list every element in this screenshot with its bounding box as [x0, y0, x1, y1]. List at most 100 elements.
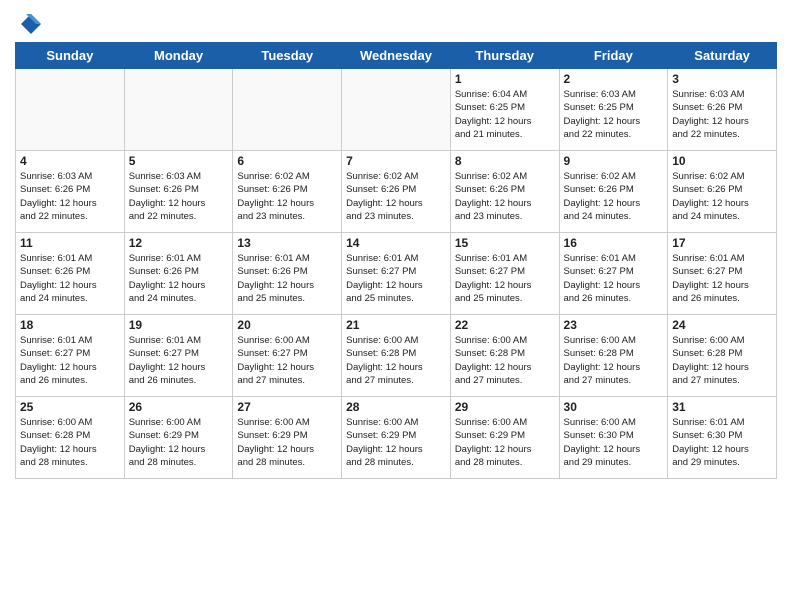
day-info: Sunrise: 6:01 AM Sunset: 6:30 PM Dayligh…	[672, 416, 772, 469]
day-info: Sunrise: 6:02 AM Sunset: 6:26 PM Dayligh…	[346, 170, 446, 223]
day-number: 5	[129, 154, 229, 168]
calendar-header-sunday: Sunday	[16, 43, 125, 69]
logo-icon	[15, 10, 43, 38]
day-number: 12	[129, 236, 229, 250]
day-info: Sunrise: 6:01 AM Sunset: 6:26 PM Dayligh…	[20, 252, 120, 305]
calendar-cell: 9Sunrise: 6:02 AM Sunset: 6:26 PM Daylig…	[559, 151, 668, 233]
day-number: 20	[237, 318, 337, 332]
calendar-cell: 7 Sunrise: 6:02 AM Sunset: 6:26 PM Daylig…	[342, 151, 451, 233]
calendar-header-tuesday: Tuesday	[233, 43, 342, 69]
calendar-week-1: 1 Sunrise: 6:04 AM Sunset: 6:25 PM Daylig…	[16, 69, 777, 151]
day-info: Sunrise: 6:01 AM Sunset: 6:27 PM Dayligh…	[346, 252, 446, 305]
day-info: Sunrise: 6:00 AM Sunset: 6:28 PM Dayligh…	[346, 334, 446, 387]
day-number: 16	[564, 236, 664, 250]
calendar-cell: 30 Sunrise: 6:00 AM Sunset: 6:30 PM Dayli…	[559, 397, 668, 479]
calendar-cell: 21 Sunrise: 6:00 AM Sunset: 6:28 PM Dayli…	[342, 315, 451, 397]
day-info: Sunrise: 6:00 AM Sunset: 6:28 PM Dayligh…	[672, 334, 772, 387]
day-info: Sunrise: 6:01 AM Sunset: 6:27 PM Dayligh…	[129, 334, 229, 387]
calendar-header-wednesday: Wednesday	[342, 43, 451, 69]
calendar-cell	[16, 69, 125, 151]
day-number: 27	[237, 400, 337, 414]
calendar-cell	[342, 69, 451, 151]
day-number: 4	[20, 154, 120, 168]
day-number: 29	[455, 400, 555, 414]
calendar-cell: 6Sunrise: 6:02 AM Sunset: 6:26 PM Daylig…	[233, 151, 342, 233]
day-number: 13	[237, 236, 337, 250]
day-info: Sunrise: 6:03 AM Sunset: 6:26 PM Dayligh…	[20, 170, 120, 223]
calendar-cell: 2 Sunrise: 6:03 AM Sunset: 6:25 PM Daylig…	[559, 69, 668, 151]
calendar-cell: 15 Sunrise: 6:01 AM Sunset: 6:27 PM Dayli…	[450, 233, 559, 315]
day-info: Sunrise: 6:00 AM Sunset: 6:29 PM Dayligh…	[129, 416, 229, 469]
day-number: 24	[672, 318, 772, 332]
calendar-cell: 10Sunrise: 6:02 AM Sunset: 6:26 PM Dayli…	[668, 151, 777, 233]
day-number: 17	[672, 236, 772, 250]
calendar-table: SundayMondayTuesdayWednesdayThursdayFrid…	[15, 42, 777, 479]
day-info: Sunrise: 6:00 AM Sunset: 6:29 PM Dayligh…	[455, 416, 555, 469]
calendar-week-5: 25 Sunrise: 6:00 AM Sunset: 6:28 PM Dayli…	[16, 397, 777, 479]
calendar-cell	[124, 69, 233, 151]
day-info: Sunrise: 6:02 AM Sunset: 6:26 PM Dayligh…	[672, 170, 772, 223]
calendar-cell: 17 Sunrise: 6:01 AM Sunset: 6:27 PM Dayli…	[668, 233, 777, 315]
calendar-week-2: 4 Sunrise: 6:03 AM Sunset: 6:26 PM Daylig…	[16, 151, 777, 233]
day-info: Sunrise: 6:02 AM Sunset: 6:26 PM Dayligh…	[237, 170, 337, 223]
calendar-cell: 22 Sunrise: 6:00 AM Sunset: 6:28 PM Dayli…	[450, 315, 559, 397]
day-number: 18	[20, 318, 120, 332]
day-info: Sunrise: 6:01 AM Sunset: 6:26 PM Dayligh…	[129, 252, 229, 305]
calendar-cell: 24 Sunrise: 6:00 AM Sunset: 6:28 PM Dayli…	[668, 315, 777, 397]
calendar-cell: 11 Sunrise: 6:01 AM Sunset: 6:26 PM Dayli…	[16, 233, 125, 315]
day-number: 21	[346, 318, 446, 332]
day-number: 26	[129, 400, 229, 414]
header	[15, 10, 777, 38]
day-number: 8	[455, 154, 555, 168]
calendar-cell: 13Sunrise: 6:01 AM Sunset: 6:26 PM Dayli…	[233, 233, 342, 315]
day-info: Sunrise: 6:02 AM Sunset: 6:26 PM Dayligh…	[564, 170, 664, 223]
calendar-cell: 19Sunrise: 6:01 AM Sunset: 6:27 PM Dayli…	[124, 315, 233, 397]
day-info: Sunrise: 6:01 AM Sunset: 6:27 PM Dayligh…	[455, 252, 555, 305]
calendar-cell	[233, 69, 342, 151]
calendar-cell: 23 Sunrise: 6:00 AM Sunset: 6:28 PM Dayli…	[559, 315, 668, 397]
day-number: 1	[455, 72, 555, 86]
day-number: 7	[346, 154, 446, 168]
day-info: Sunrise: 6:00 AM Sunset: 6:29 PM Dayligh…	[237, 416, 337, 469]
calendar-cell: 1 Sunrise: 6:04 AM Sunset: 6:25 PM Daylig…	[450, 69, 559, 151]
calendar-cell: 14 Sunrise: 6:01 AM Sunset: 6:27 PM Dayli…	[342, 233, 451, 315]
day-number: 31	[672, 400, 772, 414]
day-number: 22	[455, 318, 555, 332]
calendar-cell: 28Sunrise: 6:00 AM Sunset: 6:29 PM Dayli…	[342, 397, 451, 479]
day-number: 25	[20, 400, 120, 414]
day-number: 14	[346, 236, 446, 250]
day-number: 2	[564, 72, 664, 86]
calendar-cell: 12 Sunrise: 6:01 AM Sunset: 6:26 PM Dayli…	[124, 233, 233, 315]
calendar-cell: 25 Sunrise: 6:00 AM Sunset: 6:28 PM Dayli…	[16, 397, 125, 479]
day-info: Sunrise: 6:02 AM Sunset: 6:26 PM Dayligh…	[455, 170, 555, 223]
day-info: Sunrise: 6:00 AM Sunset: 6:30 PM Dayligh…	[564, 416, 664, 469]
day-number: 30	[564, 400, 664, 414]
calendar-cell: 31 Sunrise: 6:01 AM Sunset: 6:30 PM Dayli…	[668, 397, 777, 479]
calendar-cell: 26 Sunrise: 6:00 AM Sunset: 6:29 PM Dayli…	[124, 397, 233, 479]
day-info: Sunrise: 6:00 AM Sunset: 6:28 PM Dayligh…	[20, 416, 120, 469]
day-number: 11	[20, 236, 120, 250]
day-number: 23	[564, 318, 664, 332]
calendar-cell: 27 Sunrise: 6:00 AM Sunset: 6:29 PM Dayli…	[233, 397, 342, 479]
calendar-cell: 20Sunrise: 6:00 AM Sunset: 6:27 PM Dayli…	[233, 315, 342, 397]
day-info: Sunrise: 6:01 AM Sunset: 6:27 PM Dayligh…	[672, 252, 772, 305]
page-container: SundayMondayTuesdayWednesdayThursdayFrid…	[0, 0, 792, 489]
day-info: Sunrise: 6:03 AM Sunset: 6:26 PM Dayligh…	[129, 170, 229, 223]
day-number: 15	[455, 236, 555, 250]
day-info: Sunrise: 6:04 AM Sunset: 6:25 PM Dayligh…	[455, 88, 555, 141]
day-info: Sunrise: 6:00 AM Sunset: 6:29 PM Dayligh…	[346, 416, 446, 469]
calendar-header-friday: Friday	[559, 43, 668, 69]
day-info: Sunrise: 6:00 AM Sunset: 6:28 PM Dayligh…	[455, 334, 555, 387]
calendar-cell: 4 Sunrise: 6:03 AM Sunset: 6:26 PM Daylig…	[16, 151, 125, 233]
calendar-cell: 5 Sunrise: 6:03 AM Sunset: 6:26 PM Daylig…	[124, 151, 233, 233]
day-info: Sunrise: 6:01 AM Sunset: 6:27 PM Dayligh…	[564, 252, 664, 305]
day-info: Sunrise: 6:01 AM Sunset: 6:27 PM Dayligh…	[20, 334, 120, 387]
calendar-cell: 29 Sunrise: 6:00 AM Sunset: 6:29 PM Dayli…	[450, 397, 559, 479]
day-info: Sunrise: 6:03 AM Sunset: 6:25 PM Dayligh…	[564, 88, 664, 141]
day-number: 3	[672, 72, 772, 86]
day-info: Sunrise: 6:00 AM Sunset: 6:28 PM Dayligh…	[564, 334, 664, 387]
calendar-header-thursday: Thursday	[450, 43, 559, 69]
calendar-week-4: 18 Sunrise: 6:01 AM Sunset: 6:27 PM Dayli…	[16, 315, 777, 397]
calendar-week-3: 11 Sunrise: 6:01 AM Sunset: 6:26 PM Dayli…	[16, 233, 777, 315]
calendar-header-monday: Monday	[124, 43, 233, 69]
